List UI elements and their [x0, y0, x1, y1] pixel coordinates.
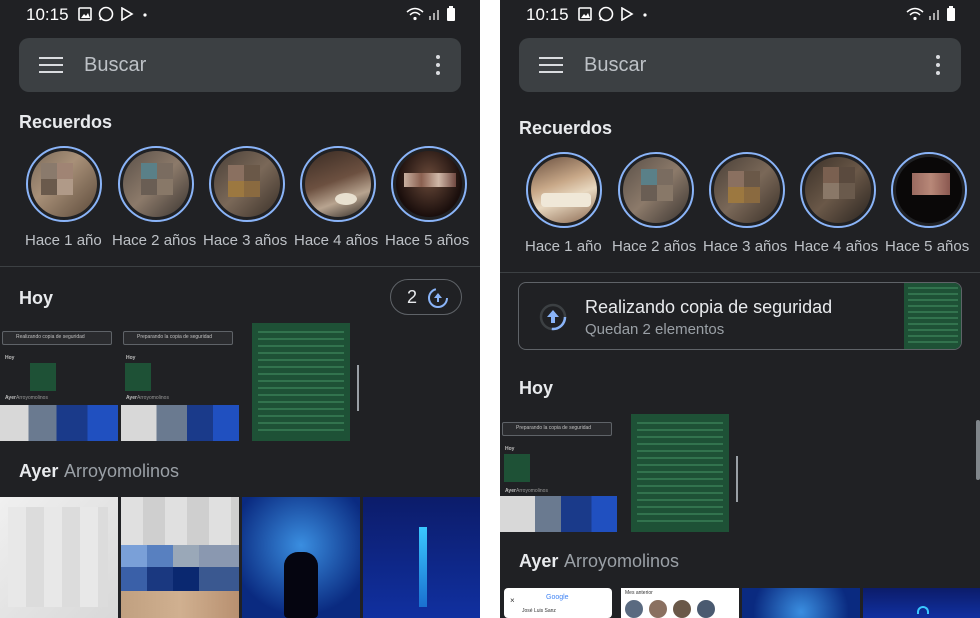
- divider: [0, 266, 480, 267]
- more-vert-icon[interactable]: [435, 55, 441, 75]
- memory-label-1: Hace 1 año: [25, 232, 102, 249]
- signal-icon: [429, 10, 439, 20]
- backup-progress-icon: [428, 288, 448, 308]
- today-title-right: Hoy: [519, 378, 554, 398]
- divider-right: [500, 272, 980, 273]
- memory-label-1-right: Hace 1 año: [525, 238, 602, 255]
- backup-progress-card[interactable]: Realizando copia de seguridad Quedan 2 e…: [518, 282, 962, 350]
- yesterday-thumb-1[interactable]: [0, 497, 118, 618]
- status-time-right: 10:15: [526, 5, 569, 24]
- memories-title-right: Recuerdos: [519, 118, 613, 138]
- memory-5-right[interactable]: [891, 152, 967, 228]
- backup-title: Realizando copia de seguridad: [585, 297, 833, 317]
- today-thumb-3[interactable]: [252, 323, 350, 441]
- yesterday-place: Arroyomolinos: [64, 461, 180, 481]
- dot-icon: [643, 13, 647, 17]
- yesterday-thumb-2[interactable]: [121, 497, 239, 618]
- more-vert-icon[interactable]: [935, 55, 941, 75]
- yesterday-thumb-1-right[interactable]: × Google José Luis Sanz: [504, 588, 612, 618]
- memory-4-right[interactable]: [800, 152, 876, 228]
- menu-icon[interactable]: [539, 55, 563, 75]
- dot-icon: [143, 13, 147, 17]
- memory-label-3-right: Hace 3 años: [703, 238, 788, 255]
- play-icon: [621, 7, 634, 21]
- memory-label-2-right: Hace 2 años: [612, 238, 697, 255]
- memory-label-4-right: Hace 4 años: [794, 238, 879, 255]
- mini-place: Arroyomolinos: [16, 395, 48, 401]
- memories-title: Recuerdos: [19, 112, 113, 132]
- mini-backup-text-2: Preparando la copia de seguridad: [137, 334, 213, 340]
- yesterday-thumb-3-right[interactable]: [742, 588, 860, 618]
- memory-label-5-right: Hace 5 años: [885, 238, 970, 255]
- mini-close: ×: [510, 596, 515, 605]
- today-thumb-1-right[interactable]: Preparando la copia de seguridad Hoy Aye…: [500, 414, 617, 532]
- scroll-indicator-right: [736, 456, 738, 502]
- mini-hoy-right: Hoy: [505, 446, 515, 452]
- backup-preview-thumb: [904, 283, 961, 349]
- memory-4[interactable]: [300, 146, 376, 222]
- menu-icon[interactable]: [39, 55, 63, 75]
- today-thumb-1[interactable]: Realizando copia de seguridad Hoy Ayer A…: [0, 323, 118, 441]
- signal-icon: [929, 10, 939, 20]
- yesterday-thumb-3[interactable]: [242, 497, 360, 618]
- mini-google: Google: [546, 594, 569, 601]
- memory-label-5: Hace 5 años: [385, 232, 470, 249]
- memory-2-right[interactable]: [618, 152, 694, 228]
- search-placeholder-right: Buscar: [584, 54, 647, 76]
- phone-screen-right: 10:15 Buscar Recuerdos Hace 1 año Hace 2…: [500, 0, 980, 618]
- mini-ayer: Ayer: [5, 395, 16, 401]
- phone-screen-left: 10:15 Buscar Recuerdos Hace 1 año Hace 2…: [0, 0, 480, 618]
- memory-1-right[interactable]: [526, 152, 602, 228]
- today-thumb-2-right[interactable]: [631, 414, 729, 532]
- search-placeholder: Buscar: [84, 54, 147, 76]
- whatsapp-icon: [598, 6, 614, 22]
- mini-hoy: Hoy: [5, 355, 15, 361]
- mini-place-2: Arroyomolinos: [137, 395, 169, 401]
- memory-1[interactable]: [26, 146, 102, 222]
- scroll-indicator: [357, 365, 359, 411]
- mini-place-right: Arroyomolinos: [516, 488, 548, 494]
- yesterday-thumb-2-right[interactable]: Mes anterior: [621, 588, 739, 618]
- yesterday-title: Ayer: [19, 461, 59, 481]
- today-thumb-2[interactable]: Preparando la copia de seguridad Hoy Aye…: [121, 323, 239, 441]
- yesterday-thumb-4[interactable]: [363, 497, 480, 618]
- mini-backup-text-right: Preparando la copia de seguridad: [516, 425, 592, 431]
- edge-panel-handle[interactable]: [976, 420, 980, 480]
- backup-upload-icon: [539, 303, 567, 331]
- yesterday-thumb-4-right[interactable]: [863, 588, 980, 618]
- status-bar: 10:15: [0, 0, 480, 30]
- yesterday-title-right: Ayer: [519, 551, 559, 571]
- search-bar-right[interactable]: Buscar: [519, 38, 961, 92]
- yesterday-place-right: Arroyomolinos: [564, 551, 680, 571]
- mini-mem: Mes anterior: [625, 590, 653, 596]
- memory-3[interactable]: [209, 146, 285, 222]
- memory-label-2: Hace 2 años: [112, 232, 197, 249]
- backup-subtitle: Quedan 2 elementos: [585, 321, 725, 338]
- mini-backup-text: Realizando copia de seguridad: [16, 334, 85, 340]
- memory-label-4: Hace 4 años: [294, 232, 379, 249]
- battery-icon: [947, 6, 955, 21]
- memory-3-right[interactable]: [709, 152, 785, 228]
- image-icon: [578, 7, 592, 21]
- memory-5[interactable]: [391, 146, 467, 222]
- status-bar-right: 10:15: [500, 0, 980, 30]
- search-bar[interactable]: Buscar: [19, 38, 461, 92]
- mini-ayer-2: Ayer: [126, 395, 137, 401]
- backup-status-badge[interactable]: 2: [390, 279, 462, 315]
- play-icon: [121, 7, 134, 21]
- mini-user: José Luis Sanz: [522, 608, 556, 614]
- battery-icon: [447, 6, 455, 21]
- mini-hoy-2: Hoy: [126, 355, 136, 361]
- memory-2[interactable]: [118, 146, 194, 222]
- image-icon: [78, 7, 92, 21]
- pending-count: 2: [407, 287, 418, 307]
- wifi-icon: [906, 7, 924, 21]
- memory-label-3: Hace 3 años: [203, 232, 288, 249]
- whatsapp-icon: [98, 6, 114, 22]
- mini-ayer-right: Ayer: [505, 488, 516, 494]
- status-time: 10:15: [26, 5, 69, 24]
- wifi-icon: [406, 7, 424, 21]
- today-title: Hoy: [19, 288, 54, 308]
